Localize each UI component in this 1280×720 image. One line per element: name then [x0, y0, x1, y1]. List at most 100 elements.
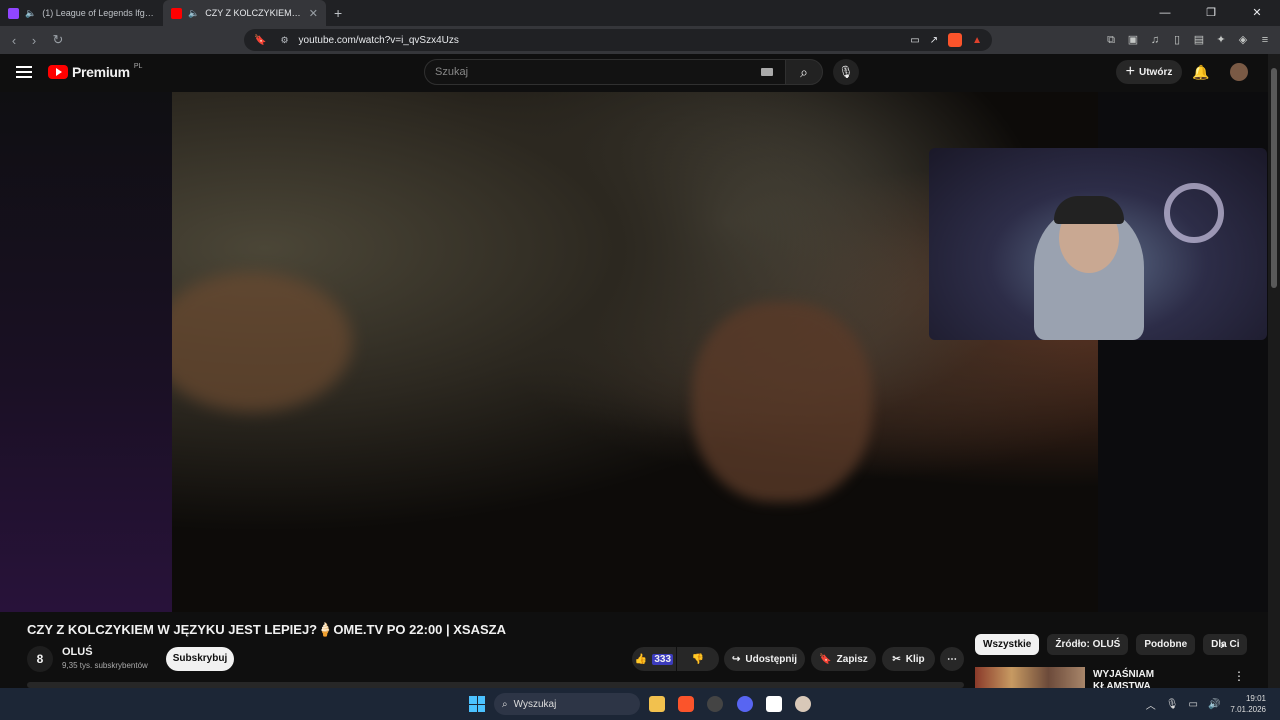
create-label: Utwórz — [1139, 66, 1173, 78]
bookmark-icon[interactable]: 🔖 — [254, 35, 266, 46]
clip-button[interactable]: ✂ Klip — [882, 647, 935, 671]
dislike-button[interactable]: 👎 — [677, 647, 719, 671]
url-bar[interactable]: 🔖 ⚙ youtube.com/watch?v=i_qvSzx4Uzs ▭ ↗ … — [244, 29, 992, 51]
taskbar-search[interactable]: ⌕ Wyszukaj — [494, 693, 640, 715]
youtube-play-icon — [48, 65, 68, 79]
voice-search-button[interactable]: 🎙 — [833, 59, 859, 85]
search-placeholder: Szukaj — [435, 66, 469, 78]
sidebar-icon[interactable]: ▯ — [1170, 33, 1184, 47]
leo-ai-icon[interactable]: ✦ — [1214, 33, 1228, 47]
back-button[interactable]: ‹ — [4, 33, 24, 48]
tab-league[interactable]: 🔈 (1) League of Legends lfg, to play — [0, 0, 163, 26]
hamburger-menu-icon[interactable] — [16, 66, 32, 78]
share-button[interactable]: ↪ Udostępnij — [724, 647, 805, 671]
video-title: CZY Z KOLCZYKIEM W JĘZYKU JEST LEPIEJ?🍦O… — [27, 622, 506, 637]
ambient-glow — [0, 92, 172, 612]
clock-time: 19:01 — [1245, 694, 1266, 703]
speaker-icon: 🔈 — [188, 7, 200, 18]
microphone-icon: 🎙 — [838, 65, 854, 79]
window-controls: — ❐ ✕ — [1142, 0, 1280, 26]
keyboard-icon[interactable] — [761, 68, 773, 76]
subscribe-button[interactable]: Subskrybuj — [166, 647, 234, 671]
media-icon[interactable]: ♫ — [1148, 33, 1162, 47]
volume-icon[interactable]: 🔊 — [1208, 699, 1220, 710]
search-icon: ⌕ — [502, 698, 508, 710]
speaker-icon: 🔈 — [25, 7, 37, 18]
region-code: PL — [133, 62, 143, 70]
search-icon: ⌕ — [800, 64, 808, 80]
windows-start-icon[interactable] — [469, 696, 485, 712]
save-button[interactable]: 🔖 Zapisz — [811, 647, 876, 671]
more-vert-icon[interactable]: ⋮ — [1233, 669, 1245, 683]
new-tab-button[interactable]: + — [334, 5, 342, 21]
clip-label: Klip — [905, 653, 925, 665]
youtube-icon — [171, 7, 182, 19]
more-dots-icon: ⋯ — [947, 653, 957, 665]
notifications-bell-icon[interactable]: 🔔 — [1192, 64, 1209, 81]
page-scrollbar[interactable] — [1268, 54, 1280, 688]
tab-youtube[interactable]: 🔈 CZY Z KOLCZYKIEM W JĘZYKU ✕ — [163, 0, 326, 26]
close-window-button[interactable]: ✕ — [1234, 0, 1280, 26]
scrollbar-thumb[interactable] — [1271, 68, 1277, 288]
minimize-button[interactable]: — — [1142, 0, 1188, 26]
chevron-up-icon[interactable]: ︿ — [1146, 697, 1156, 712]
browser-tab-bar: 🔈 (1) League of Legends lfg, to play 🔈 C… — [0, 0, 1280, 26]
microphone-tray-icon[interactable]: 🎙 — [1166, 699, 1179, 710]
extensions-area: ⧉ ▣ ♫ ▯ ▤ ✦ ◈ ≡ — [1104, 26, 1272, 54]
system-tray: ︿ 🎙 ▭ 🔊 19:01 7.01.2026 — [1146, 688, 1266, 720]
app-icon[interactable] — [795, 696, 811, 712]
search-input[interactable]: Szukaj — [424, 59, 786, 85]
channel-avatar[interactable]: 8 — [27, 646, 53, 672]
site-settings-icon[interactable]: ⚙ — [280, 35, 288, 46]
chip-all[interactable]: Wszystkie — [975, 634, 1040, 655]
create-button[interactable]: + Utwórz — [1116, 60, 1182, 84]
brave-browser-icon[interactable] — [678, 696, 694, 712]
share-arrow-icon: ↪ — [731, 653, 741, 665]
screenshot-icon[interactable]: ▣ — [1126, 33, 1140, 47]
like-button[interactable]: 👍 333 — [632, 647, 676, 671]
cast-icon[interactable]: ▭ — [910, 35, 919, 46]
chevron-right-icon[interactable]: › — [1220, 636, 1225, 652]
close-tab-icon[interactable]: ✕ — [309, 7, 318, 20]
recommended-title[interactable]: WYJAŚNIAM KŁAMSTWA ŻURNALISTY (PRZYPAL — [1093, 669, 1213, 688]
notion-icon[interactable] — [766, 696, 782, 712]
streamer-webcam-overlay — [929, 148, 1267, 340]
like-count: 333 — [652, 653, 674, 665]
discord-icon[interactable] — [737, 696, 753, 712]
brave-rewards-icon[interactable]: ▲ — [972, 35, 982, 46]
logo-text: Premium — [72, 64, 130, 80]
brave-shields-icon[interactable] — [948, 33, 963, 47]
video-thumbnail[interactable] — [975, 667, 1085, 688]
url-text[interactable]: youtube.com/watch?v=i_qvSzx4Uzs — [299, 35, 459, 46]
search-button[interactable]: ⌕ — [785, 59, 823, 85]
bookmark-icon: 🔖 — [819, 653, 832, 665]
forward-button[interactable]: › — [24, 33, 44, 48]
video-player-area — [0, 92, 1268, 612]
avatar[interactable] — [1230, 63, 1248, 81]
youtube-logo[interactable]: Premium PL — [48, 62, 143, 80]
chip-for-you[interactable]: Dla Ci — [1203, 634, 1248, 655]
menu-icon[interactable]: ≡ — [1258, 33, 1272, 47]
subscriber-count: 9,35 tys. subskrybentów — [62, 661, 148, 670]
restore-button[interactable]: ❐ — [1188, 0, 1234, 26]
plus-icon: + — [1125, 63, 1135, 80]
channel-name[interactable]: OLUŚ — [62, 646, 93, 658]
chip-source[interactable]: Źródło: OLUŚ — [1047, 634, 1129, 655]
steam-icon[interactable] — [707, 696, 723, 712]
share-icon[interactable]: ↗ — [930, 35, 938, 46]
extensions-icon[interactable]: ⧉ — [1104, 33, 1118, 47]
windows-taskbar: ⌕ Wyszukaj ︿ 🎙 ▭ 🔊 19:01 7.01.2026 — [0, 688, 1280, 720]
network-icon[interactable]: ▭ — [1189, 699, 1198, 710]
url-actions: ▭ ↗ ▲ — [910, 33, 982, 47]
recommended-video[interactable]: WYJAŚNIAM KŁAMSTWA ŻURNALISTY (PRZYPAL ⋮ — [975, 667, 1245, 688]
file-explorer-icon[interactable] — [649, 696, 665, 712]
tab-title: CZY Z KOLCZYKIEM W JĘZYKU — [205, 8, 303, 18]
more-actions-button[interactable]: ⋯ — [940, 647, 964, 671]
scissors-icon: ✂ — [892, 653, 901, 665]
clock[interactable]: 19:01 7.01.2026 — [1230, 693, 1266, 715]
chip-related[interactable]: Podobne — [1136, 634, 1196, 655]
vpn-icon[interactable]: ◈ — [1236, 33, 1250, 47]
wallet-icon[interactable]: ▤ — [1192, 33, 1206, 47]
reload-button[interactable]: ↻ — [48, 32, 68, 48]
taskbar-search-label: Wyszukaj — [513, 698, 557, 710]
